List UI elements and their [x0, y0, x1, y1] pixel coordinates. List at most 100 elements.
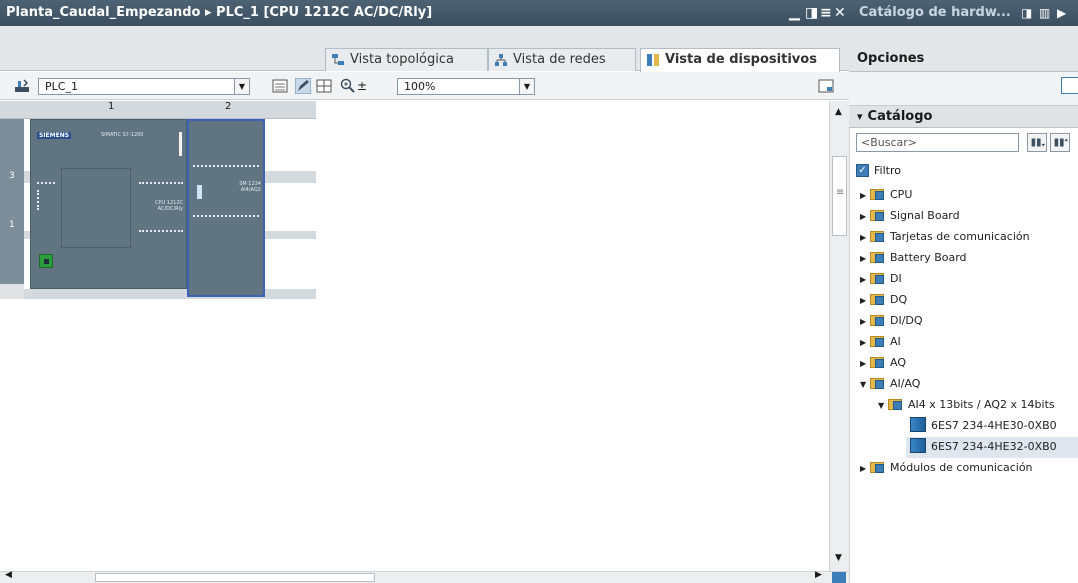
options-header[interactable]: Opciones [849, 48, 1078, 72]
tree-item-label: 6ES7 234-4HE32-0XB0 [931, 440, 1057, 453]
float-window-icon[interactable]: ◨ [805, 0, 818, 26]
split-view-icon[interactable] [818, 78, 834, 94]
tree-item-comm-boards[interactable]: ▶ Tarjetas de comunicación [860, 227, 1030, 247]
chevron-right-icon[interactable]: ▶ [860, 249, 870, 269]
chevron-right-icon[interactable]: ▶ [860, 312, 870, 332]
tab-network-view[interactable]: Vista de redes [488, 48, 636, 71]
chevron-down-icon[interactable]: ▼ [234, 79, 249, 94]
ethernet-port-icon [39, 254, 53, 268]
chevron-down-icon[interactable]: ▼ [878, 396, 888, 416]
chevron-right-icon[interactable]: ▶ [860, 459, 870, 479]
minimize-icon[interactable]: ▁ [789, 0, 800, 26]
tree-item-di-dq[interactable]: ▶ DI/DQ [860, 311, 923, 331]
options-panel [849, 72, 1078, 106]
scroll-down-icon[interactable]: ▼ [835, 553, 842, 563]
tree-item-label: DI [890, 272, 902, 285]
chevron-right-icon[interactable]: ▶ [860, 207, 870, 227]
folder-icon [888, 398, 904, 410]
tree-item-label: Battery Board [890, 251, 967, 264]
catalog-body: <Buscar> ✓ Filtro ▶ CPU ▶ Signal Board ▶ Ta… [849, 128, 1078, 583]
tree-item-ai4-aq2[interactable]: ▼ AI4 x 13bits / AQ2 x 14bits [878, 395, 1055, 415]
tree-item-ai[interactable]: ▶ AI [860, 332, 901, 352]
search-up-icon[interactable] [1050, 133, 1070, 152]
tab-device-label: Vista de dispositivos [665, 52, 817, 67]
tree-item-label: AI4 x 13bits / AQ2 x 14bits [908, 398, 1055, 411]
tree-item-comm-modules[interactable]: ▶ Módulos de comunicación [860, 458, 1033, 478]
cpu-model-text: SIMATIC S7-1200 [101, 132, 144, 138]
tree-item-dq[interactable]: ▶ DQ [860, 290, 907, 310]
device-tree-icon[interactable] [14, 78, 30, 94]
tree-item-di[interactable]: ▶ DI [860, 269, 902, 289]
tab-topology-label: Vista topológica [350, 52, 454, 67]
chevron-down-icon[interactable]: ▼ [860, 375, 870, 395]
vertical-scrollbar[interactable]: ▲ ≡ ▼ [829, 101, 849, 571]
float-window-icon[interactable]: ◨ [1021, 0, 1032, 26]
device-canvas[interactable]: 1 2 3 1 3 1 SIEMENS SIMATIC S7-1200 CPU … [0, 101, 829, 571]
scrollbar-thumb[interactable] [95, 573, 375, 582]
chevron-right-icon[interactable]: ▶ [860, 228, 870, 248]
tree-item-cpu[interactable]: ▶ CPU [860, 185, 912, 205]
cpu-cover [61, 168, 131, 248]
chevron-right-icon[interactable]: ▶ [860, 270, 870, 290]
rack-col-2: 2 [225, 101, 232, 112]
device-select[interactable]: PLC_1 ▼ [38, 78, 250, 95]
zoom-icon[interactable] [340, 78, 356, 94]
folder-icon [870, 461, 886, 473]
view-tab-bar: Vista topológica Vista de redes Vista de… [0, 26, 849, 72]
filter-checkbox[interactable]: ✓ [856, 164, 869, 177]
device-toolbar: PLC_1 ▼ ± 100% ▼ [0, 72, 849, 100]
grid-icon[interactable] [316, 78, 332, 94]
chevron-right-icon[interactable]: ▶ [860, 333, 870, 353]
device-overview-icon[interactable] [272, 78, 288, 94]
scroll-right-icon[interactable]: ▶ [815, 570, 822, 580]
horizontal-scrollbar[interactable]: ◀ ▶ [0, 570, 849, 583]
tree-item-signal-board[interactable]: ▶ Signal Board [860, 206, 960, 226]
chevron-down-icon: ▾ [857, 110, 863, 123]
catalog-gap [849, 26, 1078, 48]
search-down-icon[interactable] [1027, 133, 1047, 152]
chevron-right-icon[interactable]: ▶ [860, 354, 870, 374]
folder-icon [870, 188, 886, 200]
sm-label: SM 1234 AI4/AQ2 [239, 181, 261, 193]
editor-title-bar: Planta_Caudal_Empezando ▸ PLC_1 [CPU 121… [0, 0, 849, 26]
device-select-value: PLC_1 [45, 80, 78, 93]
scroll-up-icon[interactable]: ▲ [835, 107, 842, 117]
panel-layout-icon[interactable]: ▥ [1039, 0, 1050, 26]
close-icon[interactable]: ✕ [834, 0, 846, 26]
tree-item-aq[interactable]: ▶ AQ [860, 353, 906, 373]
cpu-indicator [179, 132, 182, 156]
search-down-glyph [1031, 138, 1046, 147]
tree-item-label: CPU [890, 188, 913, 201]
siemens-logo: SIEMENS [37, 132, 72, 139]
catalog-header[interactable]: ▾ Catálogo [849, 106, 1078, 128]
navigator-icon[interactable] [832, 572, 846, 583]
zoom-select[interactable]: 100% ▼ [397, 78, 535, 95]
zoom-plus-minus-icon[interactable]: ± [357, 78, 367, 94]
sm-indicator [197, 185, 202, 199]
options-toggle-icon[interactable] [1061, 77, 1078, 94]
tree-item-ai-aq[interactable]: ▼ AI/AQ [860, 374, 920, 394]
tree-item-battery-board[interactable]: ▶ Battery Board [860, 248, 967, 268]
filter-label: Filtro [874, 164, 901, 177]
tree-item-6es7-234-4he30[interactable]: 6ES7 234-4HE30-0XB0 [910, 416, 1057, 436]
folder-icon [870, 377, 886, 389]
chevron-down-icon[interactable]: ▼ [519, 79, 534, 94]
network-icon [495, 54, 507, 66]
tab-topology-view[interactable]: Vista topológica [325, 48, 488, 71]
scrollbar-thumb[interactable]: ≡ [832, 156, 847, 236]
collapse-right-icon[interactable]: ▶ [1057, 0, 1066, 26]
search-input[interactable]: <Buscar> [856, 133, 1019, 152]
chevron-right-icon[interactable]: ▶ [860, 186, 870, 206]
cpu-terminal [37, 190, 41, 210]
cpu-terminal [139, 230, 183, 233]
scroll-left-icon[interactable]: ◀ [5, 570, 12, 580]
chevron-right-icon[interactable]: ▶ [860, 291, 870, 311]
tab-device-view[interactable]: Vista de dispositivos [640, 48, 840, 72]
pencil-icon[interactable] [295, 78, 311, 94]
tree-item-label: Tarjetas de comunicación [890, 230, 1030, 243]
sm-module[interactable]: SM 1234 AI4/AQ2 [187, 119, 265, 297]
cpu-module[interactable]: SIEMENS SIMATIC S7-1200 CPU 1212C AC/DC/… [30, 119, 187, 289]
tree-item-6es7-234-4he32[interactable]: 6ES7 234-4HE32-0XB0 [910, 437, 1057, 457]
cpu-terminal [37, 182, 55, 185]
maximize-icon[interactable]: ≡ [820, 0, 832, 26]
